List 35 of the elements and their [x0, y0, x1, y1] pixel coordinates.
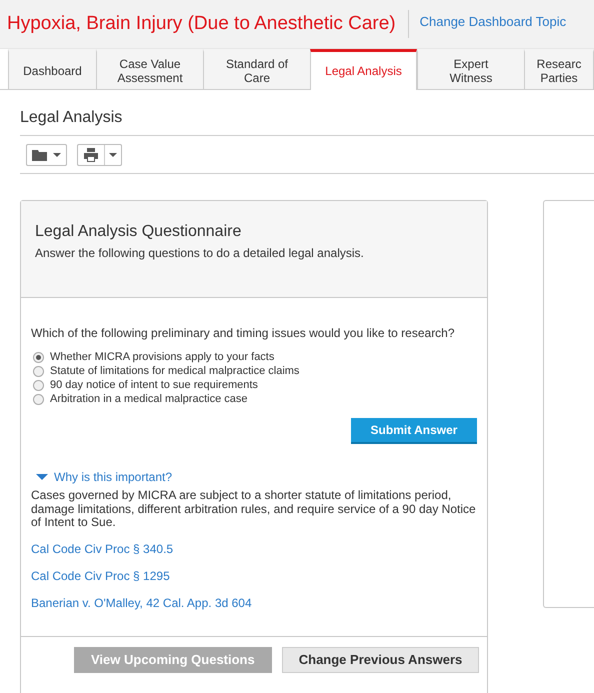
change-topic-link[interactable]: Change Dashboard Topic: [420, 14, 566, 28]
why-important-toggle[interactable]: Why is this important?: [31, 470, 477, 484]
question-text: Which of the following preliminary and timing issues would you like to research?: [31, 326, 456, 340]
option-label: 90 day notice of intent to sue requirements: [50, 378, 258, 392]
option-label: Whether MICRA provisions apply to your facts: [50, 350, 274, 364]
nav-tab[interactable]: Researc Parties: [524, 49, 594, 89]
footer-button[interactable]: Change Previous Answers: [282, 646, 480, 672]
print-dropdown[interactable]: [77, 144, 122, 166]
nav-tab[interactable]: Standard of Care: [203, 49, 310, 89]
section-title: Legal Analysis: [20, 90, 594, 136]
citation-link[interactable]: Cal Code Civ Proc § 340.5: [31, 542, 174, 556]
caret-icon: [109, 153, 117, 157]
option-label: Arbitration in a medical malpractice case: [50, 392, 248, 406]
radio-button[interactable]: [33, 366, 44, 376]
folder-dropdown[interactable]: [26, 144, 67, 166]
caret-down-icon: [36, 474, 48, 480]
option-label: Statute of limitations for medical malpractice claims: [50, 364, 300, 378]
folder-icon: [32, 149, 48, 161]
nav-tab[interactable]: Case Value Assessment: [96, 49, 203, 89]
citation-link[interactable]: Banerian v. O'Malley, 42 Cal. App. 3d 604: [31, 596, 252, 610]
submit-answer-button[interactable]: Submit Answer: [351, 418, 477, 444]
nav-tab[interactable]: Expert Witness: [417, 49, 524, 89]
toggle-label: Why is this important?: [54, 470, 172, 484]
printer-icon: [83, 148, 99, 162]
radio-button[interactable]: [33, 352, 44, 362]
caret-icon: [53, 153, 61, 157]
radio-button[interactable]: [33, 394, 44, 404]
card-subtitle: Answer the following questions to do a detailed legal analysis.: [35, 246, 365, 260]
citation-link[interactable]: Cal Code Civ Proc § 1295: [31, 568, 170, 582]
page-header-title: Hypoxia, Brain Injury (Due to Anesthetic Care): [7, 10, 409, 38]
nav-tab[interactable]: Legal Analysis: [310, 49, 417, 90]
card-title: Legal Analysis Questionnaire: [35, 223, 242, 241]
radio-button[interactable]: [33, 380, 44, 390]
nav-tab[interactable]: Dashboard: [8, 49, 96, 89]
explanation-text: Cases governed by MICRA are subject to a shorter statute of limitations period, damage limitations, different arbitration rules, and require service of a 90 day Notice of Intent to Sue.: [31, 489, 477, 530]
